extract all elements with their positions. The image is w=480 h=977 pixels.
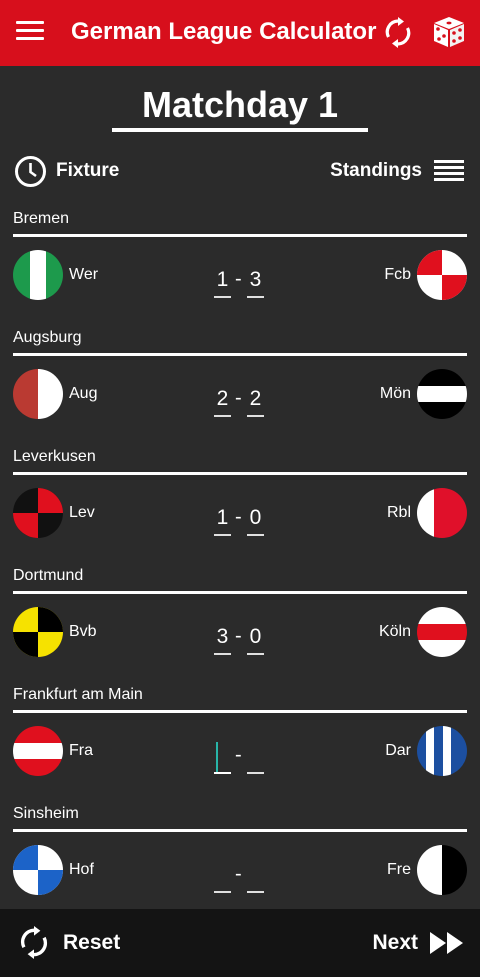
- reset-button[interactable]: Reset: [18, 926, 120, 960]
- tab-standings[interactable]: Standings: [330, 154, 464, 188]
- tab-fixture[interactable]: Fixture: [14, 154, 119, 188]
- away-goals-input[interactable]: 2: [247, 385, 264, 417]
- hamburger-icon[interactable]: [16, 21, 44, 43]
- home-team-name: Lev: [69, 504, 95, 521]
- refresh-icon: [20, 926, 48, 959]
- away-goals-input[interactable]: 0: [247, 504, 264, 536]
- match-row: Sinsheim Hof - Fre: [0, 805, 480, 924]
- team-logo-koln: [417, 607, 467, 657]
- score-separator: -: [235, 506, 242, 528]
- home-team-name: Wer: [69, 266, 99, 283]
- venue-label: Bremen: [13, 210, 70, 227]
- away-team-name: Mön: [379, 385, 411, 402]
- fast-forward-icon: [430, 932, 463, 954]
- team-logo-mon: [417, 369, 467, 419]
- divider: [13, 472, 467, 475]
- matchday-underline: [112, 128, 368, 132]
- next-button[interactable]: Next: [372, 926, 464, 960]
- team-logo-fcb: [417, 250, 467, 300]
- text-cursor: [216, 742, 218, 772]
- team-logo-fra: [13, 726, 63, 776]
- score-separator: -: [235, 268, 242, 290]
- home-team-name: Fra: [69, 742, 93, 759]
- away-goals-input[interactable]: [247, 742, 264, 774]
- team-logo-hof: [13, 845, 63, 895]
- home-goals-input[interactable]: [214, 861, 231, 893]
- tab-standings-label: Standings: [330, 160, 422, 181]
- away-team-name: Fcb: [384, 266, 411, 283]
- team-logo-bvb: [13, 607, 63, 657]
- match-row: Augsburg Aug 2 - 2 Mön: [0, 329, 480, 448]
- team-logo-fre: [417, 845, 467, 895]
- sync-icon[interactable]: [384, 17, 412, 49]
- team-logo-dar: [417, 726, 467, 776]
- next-label: Next: [372, 931, 418, 954]
- divider: [13, 234, 467, 237]
- home-team-name: Aug: [69, 385, 98, 402]
- score-entry: 2 - 2: [214, 385, 266, 421]
- match-row: Bremen Wer 1 - 3 Fcb: [0, 210, 480, 329]
- home-goals-input[interactable]: 1: [214, 504, 231, 536]
- score-entry: 1 - 3: [214, 266, 266, 302]
- away-goals-input[interactable]: 3: [247, 266, 264, 298]
- team-logo-lev: [13, 488, 63, 538]
- score-separator: -: [235, 863, 242, 885]
- venue-label: Frankfurt am Main: [13, 686, 143, 703]
- score-entry: 3 - 0: [214, 623, 266, 659]
- home-goals-input[interactable]: 3: [214, 623, 231, 655]
- away-team-name: Fre: [387, 861, 411, 878]
- home-team-name: Bvb: [69, 623, 97, 640]
- divider: [13, 710, 467, 713]
- divider: [13, 591, 467, 594]
- team-logo-aug: [13, 369, 63, 419]
- tab-fixture-label: Fixture: [56, 160, 120, 181]
- score-separator: -: [235, 625, 242, 647]
- divider: [13, 353, 467, 356]
- team-logo-wer: [13, 250, 63, 300]
- match-row: Leverkusen Lev 1 - 0 Rbl: [0, 448, 480, 567]
- home-goals-input[interactable]: 2: [214, 385, 231, 417]
- score-separator: -: [235, 744, 242, 766]
- app-title: German League Calculator: [71, 18, 377, 45]
- home-goals-input[interactable]: 1: [214, 266, 231, 298]
- away-team-name: Rbl: [386, 504, 411, 521]
- list-lines-icon: [434, 160, 464, 182]
- clock-icon: [15, 155, 46, 187]
- score-entry: -: [214, 742, 266, 778]
- score-entry: 1 - 0: [214, 504, 266, 540]
- venue-label: Leverkusen: [13, 448, 96, 465]
- away-goals-input[interactable]: 0: [247, 623, 264, 655]
- home-team-name: Hof: [69, 861, 94, 878]
- reset-label: Reset: [63, 931, 121, 954]
- bottom-bar: Reset Next: [0, 909, 480, 977]
- away-goals-input[interactable]: [247, 861, 264, 893]
- app-bar: German League Calculator: [0, 0, 480, 66]
- dice-icon[interactable]: [432, 15, 466, 49]
- score-entry: -: [214, 861, 266, 897]
- away-team-name: Dar: [385, 742, 411, 759]
- venue-label: Dortmund: [13, 567, 84, 584]
- team-logo-rbl: [417, 488, 467, 538]
- score-separator: -: [235, 387, 242, 409]
- venue-label: Sinsheim: [13, 805, 79, 822]
- matchday-title: Matchday 1: [141, 84, 339, 125]
- match-row: Frankfurt am Main Fra - Dar: [0, 686, 480, 805]
- divider: [13, 829, 467, 832]
- match-row: Dortmund Bvb 3 - 0 Köln: [0, 567, 480, 686]
- away-team-name: Köln: [378, 623, 411, 640]
- venue-label: Augsburg: [13, 329, 82, 346]
